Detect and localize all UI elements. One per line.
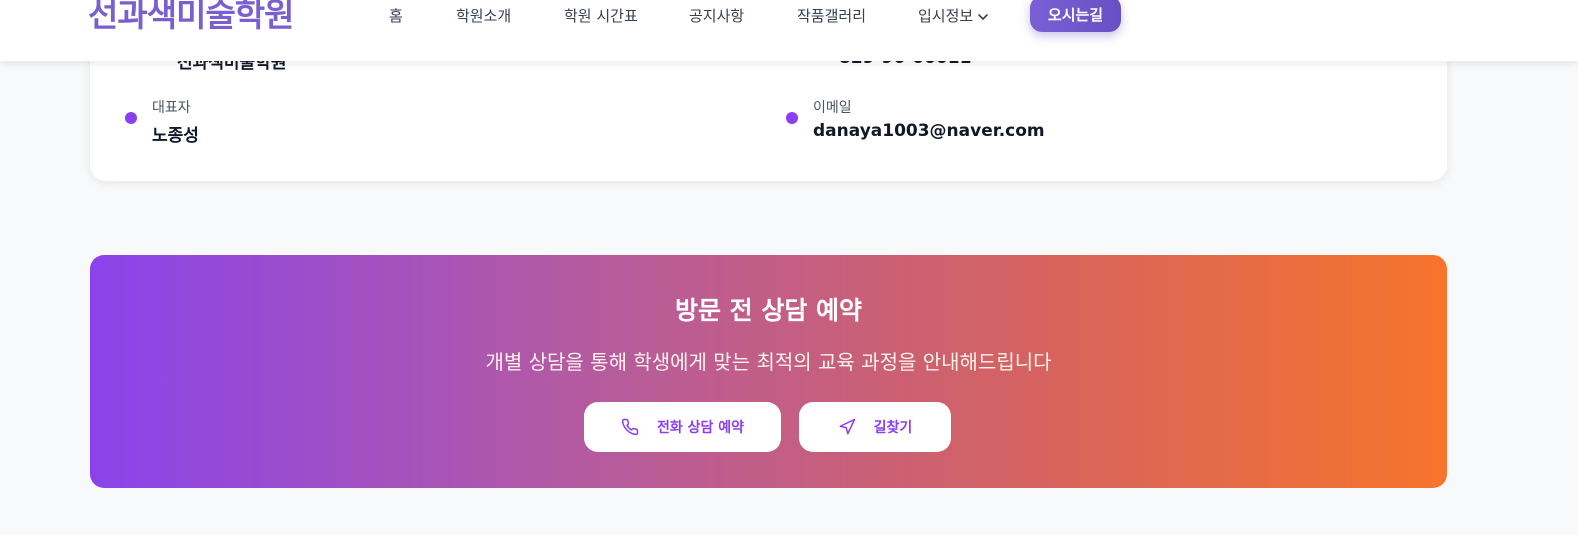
chevron-down-icon <box>978 13 989 20</box>
email-label: 이메일 <box>813 100 852 116</box>
banner-subtitle: 개별 상담을 통해 학생에게 맞는 최적의 교육 과정을 안내해드립니다 <box>485 350 1052 374</box>
directions-cta-button[interactable]: 오시는길 <box>1030 0 1121 32</box>
nav-admissions-label: 입시정보 <box>918 7 974 25</box>
representative-value: 노종성 <box>152 126 199 146</box>
directions-label: 길찾기 <box>873 420 913 436</box>
bullet-dot-icon <box>125 112 137 124</box>
nav-admissions[interactable]: 입시정보 <box>918 5 989 26</box>
navigation-icon <box>839 418 855 435</box>
phone-consult-button[interactable]: 전화 상담 예약 <box>584 402 781 452</box>
nav-gallery[interactable]: 작품갤러리 <box>797 5 866 26</box>
email-value[interactable]: danaya1003@naver.com <box>813 121 1045 141</box>
consultation-banner: 방문 전 상담 예약 개별 상담을 통해 학생에게 맞는 최적의 교육 과정을 … <box>90 255 1447 488</box>
directions-button[interactable]: 길찾기 <box>799 402 951 452</box>
phone-icon <box>621 418 639 436</box>
nav-about[interactable]: 학원소개 <box>456 5 511 26</box>
site-header: 선과색미술학원 홈 학원소개 학원 시간표 공지사항 작품갤러리 입시정보 오시… <box>0 0 1578 61</box>
nav-timetable[interactable]: 학원 시간표 <box>564 5 638 26</box>
nav-notices[interactable]: 공지사항 <box>689 5 744 26</box>
site-logo[interactable]: 선과색미술학원 <box>88 0 295 36</box>
phone-consult-label: 전화 상담 예약 <box>656 420 745 436</box>
bullet-dot-icon <box>786 112 798 124</box>
nav-home[interactable]: 홈 <box>389 5 403 26</box>
banner-title: 방문 전 상담 예약 <box>674 296 863 325</box>
representative-label: 대표자 <box>152 100 191 116</box>
